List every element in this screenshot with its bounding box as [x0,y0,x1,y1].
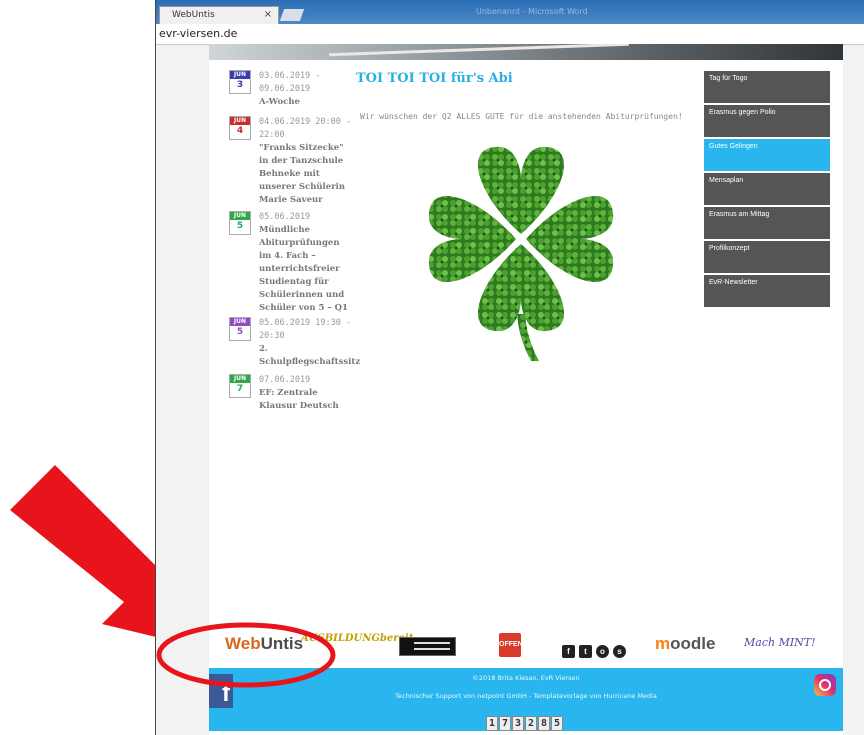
moodle-logo[interactable]: moodle [655,634,715,654]
counter-digit: 3 [512,716,524,731]
event-date: 05.06.2019 19:30 - 20:30 [259,318,352,341]
webuntis-logo[interactable]: WebUntis [225,634,303,654]
circle-icon[interactable]: o [596,645,609,658]
nav-item[interactable]: Erasmus am Mittag [704,207,830,239]
footer-support: Technischer Support von netpoint GmbH - … [395,692,657,700]
event-title[interactable]: 2. Schulpflegschaftssitz [259,343,360,369]
calendar-icon: JUN 7 [229,374,251,398]
event-date: 03.06.2019 - 09.06.2019 [259,71,321,94]
header-banner [209,44,843,60]
event-date: 07.06.2019 [259,375,311,385]
nav-item[interactable]: Erasmus gegen Polio [704,105,830,137]
counter-digit: 7 [499,716,511,731]
calendar-icon: JUN 5 [229,317,251,341]
nav-item[interactable]: Profilkonzept [704,241,830,273]
browser-window: WebUntis × Unbenannt - Microsoft Word ev… [155,0,864,735]
title-bar: WebUntis × Unbenannt - Microsoft Word [156,0,864,25]
mach-mint-logo[interactable]: Mach MINT! [744,636,816,649]
counter-digit: 2 [525,716,537,731]
counter-digit: 1 [486,716,498,731]
address-bar[interactable]: evr-viersen.de [156,24,864,45]
web-page: JUN 3 03.06.2019 - 09.06.2019 A-Woche JUN 4 04… [209,44,843,735]
ausbildungbereit-logo[interactable]: AUSBILDUNGbereit [301,634,413,656]
skype-icon[interactable]: s [613,645,626,658]
side-navigation: Tag für Togo Erasmus gegen Polio Gutes Gel… [704,71,830,309]
article-text: Wir wünschen der Q2 ALLES GUTE für die a… [360,112,683,121]
calendar-icon: JUN 4 [229,116,251,140]
footer-copyright: ©2018 Brita Kiesan, EvR Viersen [472,674,580,682]
new-tab-button[interactable] [279,9,305,21]
tumblr-icon[interactable]: t [579,645,592,658]
event-date: 04.06.2019 20:00 - 22:00 [259,117,352,140]
event-title[interactable]: EF: Zentrale Klausur Deutsch [259,387,354,413]
address-text[interactable]: evr-viersen.de [159,27,237,40]
partner-logo-black[interactable] [399,637,456,656]
nav-item[interactable]: EvR-Newsletter [704,275,830,307]
footer: f ©2018 Brita Kiesan, EvR Viersen Techni… [209,668,843,731]
calendar-icon: JUN 3 [229,70,251,94]
partner-logos: WebUntis AUSBILDUNGbereit OFFEN ftos moo… [209,626,843,668]
instagram-icon[interactable] [814,674,836,696]
offen-logo[interactable]: OFFEN [499,633,523,657]
nav-item[interactable]: Mensaplan [704,173,830,205]
window-title: Unbenannt - Microsoft Word [476,7,588,16]
tab-close-icon[interactable]: × [264,9,272,20]
counter-digit: 5 [551,716,563,731]
nav-item[interactable]: Tag für Togo [704,71,830,103]
tab-title: WebUntis [172,10,215,20]
visitor-counter: 173285 [486,711,564,731]
browser-tab[interactable]: WebUntis × [159,6,279,25]
article-headline[interactable]: TOI TOI TOI für's Abi [356,71,513,86]
facebook-small-icon[interactable]: f [562,645,575,658]
clover-image [428,146,614,361]
calendar-icon: JUN 5 [229,211,251,235]
social-icons: ftos [562,639,630,658]
event-title[interactable]: Mündliche Abiturprüfungen im 4. Fach – u… [259,224,354,315]
event-title[interactable]: A-Woche [259,96,354,109]
counter-digit: 8 [538,716,550,731]
event-date: 05.06.2019 [259,212,311,222]
nav-item[interactable]: Gutes Gelingen [704,139,830,171]
event-title[interactable]: "Franks Sitzecke" in der Tanzschule Behn… [259,142,354,207]
